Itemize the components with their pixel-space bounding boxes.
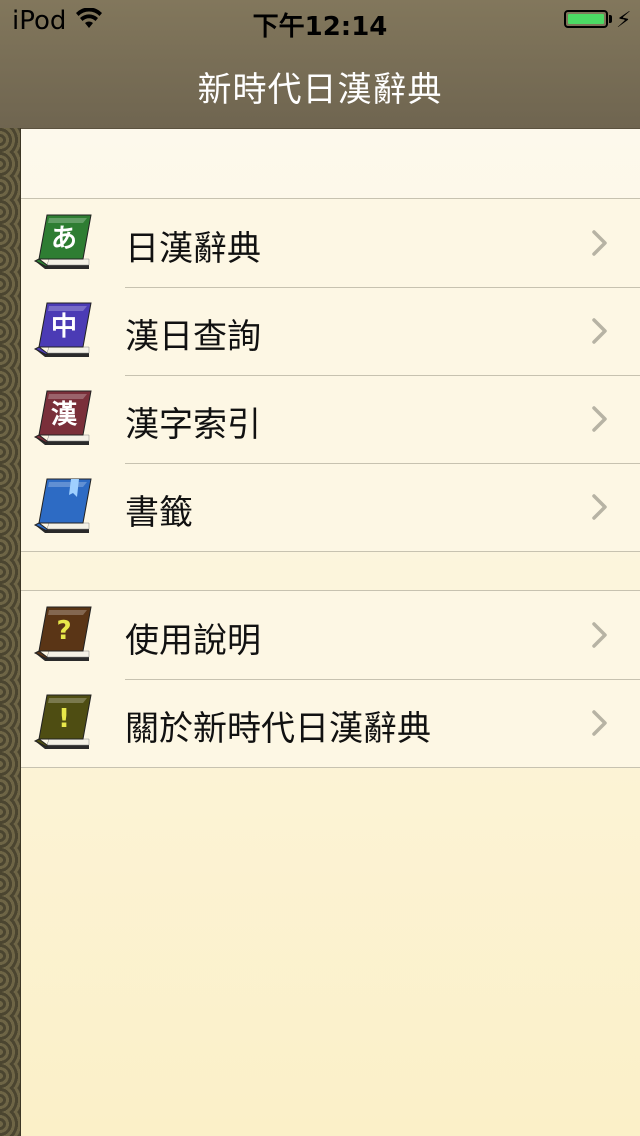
book-bookmark-icon	[31, 475, 93, 539]
charging-bolt-icon: ⚡	[616, 8, 632, 33]
status-time: 下午12:14	[252, 12, 388, 42]
book-kanji-icon: 漢	[31, 387, 93, 451]
menu-item[interactable]: あ 日漢辭典	[21, 199, 640, 287]
book-glyph: !	[58, 704, 70, 734]
book-glyph: 漢	[51, 400, 78, 430]
menu-group-info: ? 使用說明! 關於新時代日漢辭典	[21, 590, 640, 768]
battery-cap	[609, 15, 612, 23]
chevron-right-icon	[591, 621, 609, 653]
book-spine-decoration	[0, 128, 21, 1136]
chevron-right-icon	[591, 229, 609, 261]
menu-group-main: あ 日漢辭典中 漢日查詢漢 漢字索引書籤	[21, 198, 640, 552]
page-title: 新時代日漢辭典	[197, 70, 443, 110]
chevron-right-icon	[591, 709, 609, 741]
book-info-icon: !	[31, 691, 93, 755]
book-chinese-icon: 中	[31, 299, 93, 363]
menu-item[interactable]: 書籤	[21, 463, 640, 551]
book-glyph: ?	[56, 616, 71, 646]
menu-item[interactable]: 中 漢日查詢	[21, 287, 640, 375]
menu-item-label: 日漢辭典	[125, 229, 261, 269]
status-bar: iPod 下午12:14 ⚡	[0, 0, 640, 42]
menu-item-label: 書籤	[125, 493, 193, 533]
chevron-right-icon	[591, 493, 609, 525]
navigation-bar: iPod 下午12:14 ⚡ 新時代日漢辭典	[0, 0, 640, 129]
battery-level	[568, 14, 604, 24]
menu-item-label: 漢日查詢	[125, 317, 261, 357]
chevron-right-icon	[591, 405, 609, 437]
book-glyph: あ	[51, 224, 77, 254]
main-content: あ 日漢辭典中 漢日查詢漢 漢字索引 書籤 ? 使用說明! 關於新時代日漢辭典	[21, 129, 640, 1136]
book-hiragana-icon: あ	[31, 211, 93, 275]
menu-item[interactable]: 漢 漢字索引	[21, 375, 640, 463]
battery-icon	[564, 10, 608, 28]
chevron-right-icon	[591, 317, 609, 349]
menu-item[interactable]: ? 使用說明	[21, 591, 640, 679]
book-help-icon: ?	[31, 603, 93, 667]
menu-item-label: 關於新時代日漢辭典	[125, 709, 431, 749]
menu-item-label: 使用說明	[125, 621, 261, 661]
book-glyph: 中	[51, 312, 77, 342]
menu-item[interactable]: ! 關於新時代日漢辭典	[21, 679, 640, 767]
menu-item-label: 漢字索引	[125, 405, 261, 445]
